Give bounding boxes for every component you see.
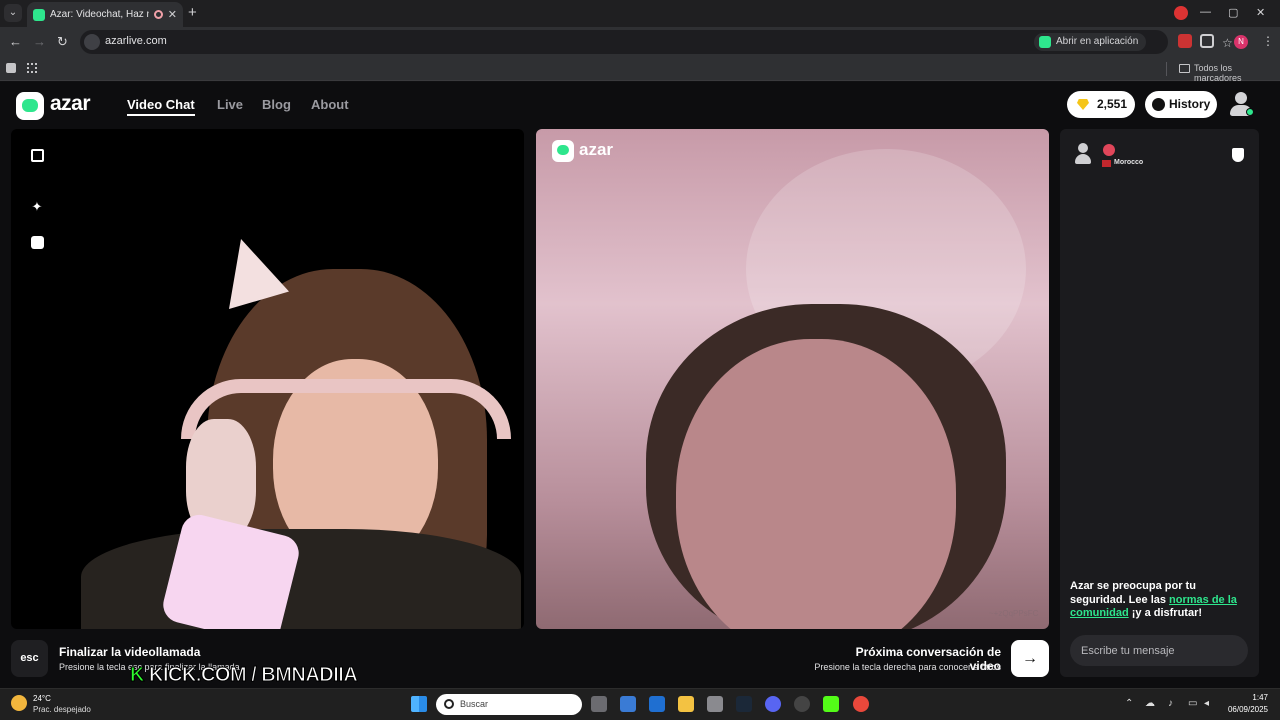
tray-chevron-icon[interactable]: ⌃ [1125, 698, 1133, 709]
history-label: History [1169, 97, 1211, 111]
volume-icon[interactable]: ◂ [1204, 698, 1209, 709]
reload-button[interactable]: ↻ [57, 34, 68, 50]
browser-menu-icon[interactable]: ⋮ [1262, 34, 1274, 48]
forward-button[interactable]: → [33, 34, 46, 49]
nav-about[interactable]: About [311, 97, 349, 112]
user-avatar-button[interactable] [1229, 92, 1254, 116]
recording-indicator-icon [153, 10, 163, 19]
taskbar-search[interactable]: Buscar [436, 694, 582, 715]
local-video [11, 129, 524, 629]
message-input[interactable] [1070, 635, 1248, 666]
new-tab-button[interactable]: + [188, 4, 197, 21]
history-button[interactable]: History [1145, 91, 1217, 118]
cloud-icon[interactable]: ☁ [1145, 698, 1155, 709]
windows-taskbar [0, 688, 1280, 720]
online-status-icon [1246, 108, 1254, 116]
user-avatar-icon [1235, 92, 1247, 104]
azar-favicon-icon [33, 8, 45, 21]
extensions-puzzle-icon[interactable] [1200, 34, 1214, 48]
url-text: azarlive.com [105, 35, 167, 47]
steam-icon[interactable] [736, 696, 752, 712]
network-icon[interactable]: ▭ [1188, 698, 1197, 709]
windows-start-icon[interactable] [411, 696, 427, 712]
peer-id: ~+zQqPPsFC [989, 609, 1039, 618]
morocco-flag-icon [1102, 160, 1111, 167]
file-explorer-icon[interactable] [678, 696, 694, 712]
azar-logo-text[interactable]: azar [50, 92, 91, 116]
peer-country: Morocco [1114, 159, 1144, 166]
browser-toolbar: ← → ↻ azarlive.com Abrir en aplicación ☆… [0, 27, 1280, 57]
report-shield-icon[interactable] [1232, 148, 1244, 162]
chrome-icon[interactable] [853, 696, 869, 712]
nav-video-chat[interactable]: Video Chat [127, 97, 195, 112]
nav-blog[interactable]: Blog [262, 97, 291, 112]
open-in-app-button[interactable]: Abrir en aplicación [1034, 33, 1147, 51]
face-filter-icon[interactable] [31, 236, 44, 249]
app-icon[interactable] [707, 696, 723, 712]
next-chat-button[interactable]: → [1011, 640, 1049, 677]
end-call-button[interactable]: esc [11, 640, 48, 677]
gems-button[interactable]: 2,551 [1067, 91, 1135, 118]
profile-avatar[interactable]: N [1234, 35, 1248, 49]
bookmark-star-icon[interactable]: ☆ [1222, 36, 1233, 50]
all-bookmarks-link[interactable]: Todos los marcadores [1194, 63, 1280, 83]
close-window-button[interactable]: ✕ [1256, 6, 1265, 19]
clock-icon [1152, 98, 1165, 111]
peer-emoji-icon [1103, 144, 1115, 156]
maximize-button[interactable]: ▢ [1228, 6, 1238, 19]
tab-search-button[interactable]: ⌄ [4, 4, 22, 22]
back-button[interactable]: ← [9, 34, 22, 49]
azar-logo-icon[interactable] [16, 92, 44, 120]
extension-badge-icon[interactable] [1174, 6, 1188, 20]
clock-date[interactable]: 06/09/2025 [1226, 705, 1268, 714]
store-icon[interactable] [620, 696, 636, 712]
clock-time[interactable]: 1:47 [1244, 693, 1268, 702]
folder-icon [1179, 64, 1190, 73]
outlook-icon[interactable] [649, 696, 665, 712]
nav-live[interactable]: Live [217, 97, 243, 112]
tab-title: Azar: Videochat, Haz nuevos amigos [50, 9, 149, 20]
safety-notice: Azar se preocupa por tu seguridad. Lee l… [1070, 580, 1237, 619]
azar-watermark-text: azar [579, 140, 614, 159]
weather-temp: 24°C [33, 694, 51, 703]
address-bar[interactable]: azarlive.com Abrir en aplicación ☆ [80, 30, 1233, 54]
next-chat-hint: Presione la tecla derecha para conocer a… [814, 662, 1001, 672]
sparkle-icon[interactable]: ✦ [30, 200, 44, 214]
minimize-button[interactable]: — [1200, 6, 1211, 18]
stream-overlay: K KICK.COM / BMNADIIA [130, 664, 359, 687]
gems-count: 2,551 [1097, 97, 1128, 111]
bookmarks-divider [1166, 62, 1167, 76]
task-view-icon[interactable] [591, 696, 607, 712]
bookmark-page-icon[interactable] [6, 63, 16, 73]
search-icon [444, 699, 454, 709]
peer-avatar-icon[interactable] [1075, 143, 1091, 165]
bookmarks-bar: Todos los marcadores [0, 57, 1280, 83]
apps-grid-icon[interactable] [27, 63, 37, 73]
extension-icon[interactable] [1178, 34, 1192, 48]
browser-tab-strip: ⌄ Azar: Videochat, Haz nuevos amigos ✕ +… [0, 0, 1280, 27]
gem-icon [1077, 99, 1089, 110]
tab-close-icon[interactable]: ✕ [168, 8, 177, 21]
microphone-icon[interactable]: ♪ [1168, 698, 1173, 709]
resize-icon[interactable] [31, 149, 44, 162]
nav-active-underline [127, 114, 195, 116]
kick-app-icon[interactable] [823, 696, 839, 712]
remote-video: azar ~+zQqPPsFC [536, 129, 1049, 629]
azar-watermark-icon [552, 140, 574, 162]
end-call-title: Finalizar la videollamada [59, 645, 201, 659]
weather-condition: Prac. despejado [33, 705, 91, 714]
taskbar-search-label: Buscar [460, 699, 489, 709]
weather-icon[interactable] [11, 695, 27, 711]
browser-tab[interactable]: Azar: Videochat, Haz nuevos amigos ✕ [27, 2, 183, 27]
azar-app-icon [1039, 36, 1051, 48]
site-info-icon[interactable] [84, 34, 100, 50]
obs-icon[interactable] [794, 696, 810, 712]
discord-icon[interactable] [765, 696, 781, 712]
